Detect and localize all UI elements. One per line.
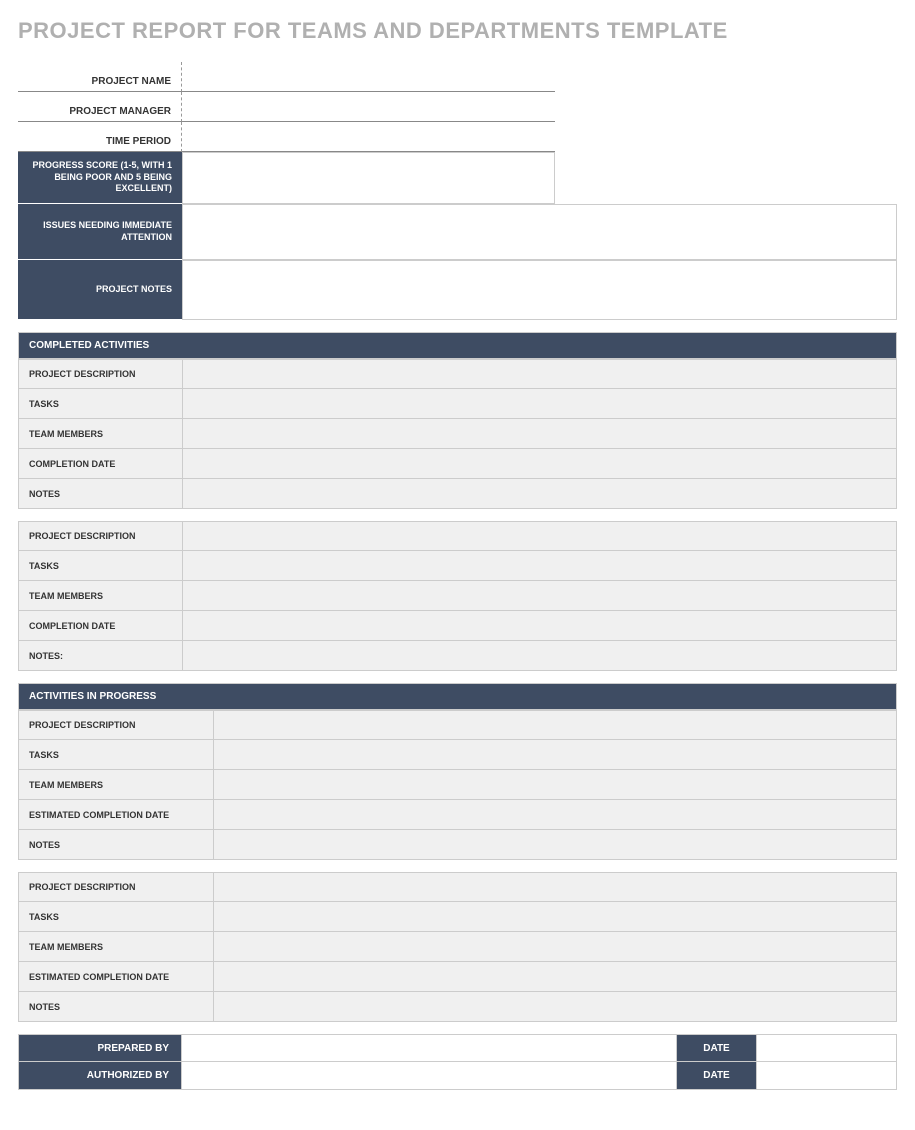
notes-label: NOTES xyxy=(19,479,183,508)
estimated-completion-date-label: ESTIMATED COMPLETION DATE xyxy=(19,962,214,991)
project-notes-row: PROJECT NOTES xyxy=(18,260,897,320)
tasks-label: TASKS xyxy=(19,551,183,580)
tasks-label: TASKS xyxy=(19,740,214,769)
progress-score-label: PROGRESS SCORE (1-5, WITH 1 BEING POOR A… xyxy=(18,152,182,204)
project-name-field[interactable] xyxy=(182,62,555,92)
table-row: NOTES xyxy=(18,479,897,509)
table-row: ESTIMATED COMPLETION DATE xyxy=(18,800,897,830)
project-description-label: PROJECT DESCRIPTION xyxy=(19,873,214,901)
completion-date-label: COMPLETION DATE xyxy=(19,449,183,478)
estimated-completion-date-field[interactable] xyxy=(214,962,896,991)
meta-row-time-period: TIME PERIOD xyxy=(18,122,555,152)
team-members-field[interactable] xyxy=(183,419,896,448)
team-members-field[interactable] xyxy=(214,932,896,961)
completed-group-1: PROJECT DESCRIPTION TASKS TEAM MEMBERS C… xyxy=(18,359,897,509)
table-row: PROJECT DESCRIPTION xyxy=(18,521,897,551)
progress-score-row: PROGRESS SCORE (1-5, WITH 1 BEING POOR A… xyxy=(18,152,555,204)
table-row: TASKS xyxy=(18,551,897,581)
project-description-label: PROJECT DESCRIPTION xyxy=(19,711,214,739)
prepared-date-label: DATE xyxy=(677,1034,757,1062)
authorized-date-field[interactable] xyxy=(757,1062,897,1090)
completion-date-label: COMPLETION DATE xyxy=(19,611,183,640)
team-members-field[interactable] xyxy=(183,581,896,610)
meta-row-project-name: PROJECT NAME xyxy=(18,62,555,92)
completed-group-2: PROJECT DESCRIPTION TASKS TEAM MEMBERS C… xyxy=(18,521,897,671)
inprogress-group-2: PROJECT DESCRIPTION TASKS TEAM MEMBERS E… xyxy=(18,872,897,1022)
table-row: TASKS xyxy=(18,740,897,770)
notes-label: NOTES xyxy=(19,992,214,1021)
table-row: NOTES xyxy=(18,992,897,1022)
progress-score-field[interactable] xyxy=(182,152,555,204)
authorized-by-field[interactable] xyxy=(182,1062,677,1090)
project-notes-label: PROJECT NOTES xyxy=(18,260,182,320)
inprogress-group-1: PROJECT DESCRIPTION TASKS TEAM MEMBERS E… xyxy=(18,710,897,860)
meta-row-project-manager: PROJECT MANAGER xyxy=(18,92,555,122)
notes-label: NOTES xyxy=(19,830,214,859)
time-period-label: TIME PERIOD xyxy=(18,122,182,152)
authorized-by-row: AUTHORIZED BY DATE xyxy=(18,1062,897,1090)
project-manager-label: PROJECT MANAGER xyxy=(18,92,182,122)
notes-field[interactable] xyxy=(183,479,896,508)
completion-date-field[interactable] xyxy=(183,611,896,640)
tasks-label: TASKS xyxy=(19,902,214,931)
authorized-by-label: AUTHORIZED BY xyxy=(18,1062,182,1090)
table-row: COMPLETION DATE xyxy=(18,449,897,479)
team-members-label: TEAM MEMBERS xyxy=(19,419,183,448)
table-row: COMPLETION DATE xyxy=(18,611,897,641)
project-description-label: PROJECT DESCRIPTION xyxy=(19,360,183,388)
estimated-completion-date-field[interactable] xyxy=(214,800,896,829)
issues-field[interactable] xyxy=(182,204,897,260)
table-row: TEAM MEMBERS xyxy=(18,770,897,800)
table-row: PROJECT DESCRIPTION xyxy=(18,710,897,740)
header-meta: PROJECT NAME PROJECT MANAGER TIME PERIOD xyxy=(18,62,555,152)
time-period-field[interactable] xyxy=(182,122,555,152)
prepared-by-field[interactable] xyxy=(182,1034,677,1062)
project-name-label: PROJECT NAME xyxy=(18,62,182,92)
table-row: ESTIMATED COMPLETION DATE xyxy=(18,962,897,992)
table-row: PROJECT DESCRIPTION xyxy=(18,872,897,902)
prepared-by-row: PREPARED BY DATE xyxy=(18,1034,897,1062)
tasks-field[interactable] xyxy=(214,902,896,931)
activities-in-progress-header: ACTIVITIES IN PROGRESS xyxy=(18,683,897,710)
tasks-field[interactable] xyxy=(214,740,896,769)
table-row: TASKS xyxy=(18,389,897,419)
project-notes-field[interactable] xyxy=(182,260,897,320)
completion-date-field[interactable] xyxy=(183,449,896,478)
table-row: TASKS xyxy=(18,902,897,932)
notes-label: NOTES: xyxy=(19,641,183,670)
project-description-field[interactable] xyxy=(214,711,896,739)
project-description-field[interactable] xyxy=(183,360,896,388)
table-row: PROJECT DESCRIPTION xyxy=(18,359,897,389)
issues-row: ISSUES NEEDING IMMEDIATE ATTENTION xyxy=(18,204,897,260)
team-members-label: TEAM MEMBERS xyxy=(19,932,214,961)
authorized-date-label: DATE xyxy=(677,1062,757,1090)
project-description-label: PROJECT DESCRIPTION xyxy=(19,522,183,550)
table-row: TEAM MEMBERS xyxy=(18,932,897,962)
prepared-date-field[interactable] xyxy=(757,1034,897,1062)
notes-field[interactable] xyxy=(214,992,896,1021)
completed-activities-header: COMPLETED ACTIVITIES xyxy=(18,332,897,359)
tasks-field[interactable] xyxy=(183,551,896,580)
team-members-field[interactable] xyxy=(214,770,896,799)
table-row: NOTES xyxy=(18,830,897,860)
page-title: PROJECT REPORT FOR TEAMS AND DEPARTMENTS… xyxy=(18,18,897,44)
tasks-label: TASKS xyxy=(19,389,183,418)
table-row: TEAM MEMBERS xyxy=(18,419,897,449)
notes-field[interactable] xyxy=(183,641,896,670)
prepared-by-label: PREPARED BY xyxy=(18,1034,182,1062)
estimated-completion-date-label: ESTIMATED COMPLETION DATE xyxy=(19,800,214,829)
footer-signoff: PREPARED BY DATE AUTHORIZED BY DATE xyxy=(18,1034,897,1090)
table-row: NOTES: xyxy=(18,641,897,671)
tasks-field[interactable] xyxy=(183,389,896,418)
project-description-field[interactable] xyxy=(214,873,896,901)
issues-label: ISSUES NEEDING IMMEDIATE ATTENTION xyxy=(18,204,182,260)
team-members-label: TEAM MEMBERS xyxy=(19,581,183,610)
team-members-label: TEAM MEMBERS xyxy=(19,770,214,799)
project-manager-field[interactable] xyxy=(182,92,555,122)
project-description-field[interactable] xyxy=(183,522,896,550)
table-row: TEAM MEMBERS xyxy=(18,581,897,611)
notes-field[interactable] xyxy=(214,830,896,859)
